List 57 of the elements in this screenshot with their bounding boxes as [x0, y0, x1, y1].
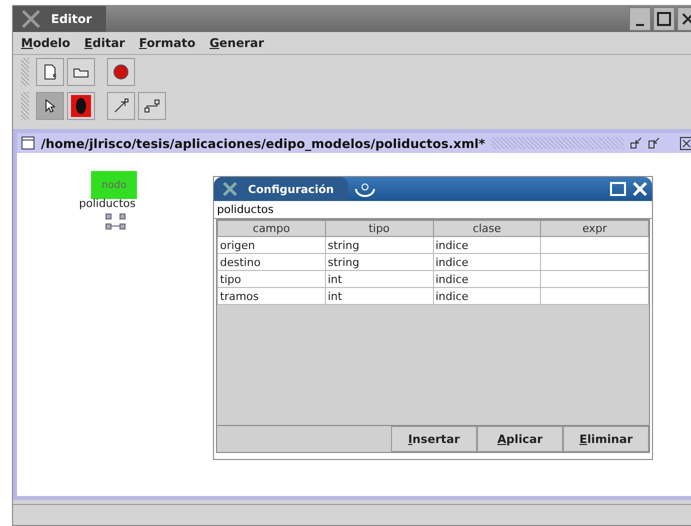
- new-file-icon: [43, 64, 57, 80]
- stop-icon: [113, 64, 129, 80]
- menu-item[interactable]: Modelo: [21, 36, 70, 50]
- table-cell: string: [325, 236, 433, 254]
- toolbar-button[interactable]: [67, 92, 95, 120]
- toolbar-button[interactable]: [36, 92, 64, 120]
- iconify-icon[interactable]: [630, 137, 642, 149]
- table-cell: indice: [433, 236, 541, 254]
- maximize-icon: [657, 12, 671, 26]
- menu-item[interactable]: Editar: [84, 36, 125, 50]
- minimize-icon: [635, 24, 645, 26]
- node-label: nodo: [102, 180, 126, 190]
- node-name: poliductos: [79, 197, 136, 210]
- restore-icon[interactable]: [648, 137, 660, 149]
- toolbar-button[interactable]: [67, 58, 95, 86]
- maximize-button[interactable]: [653, 7, 675, 31]
- x-logo-icon: [222, 182, 238, 196]
- toolbar-button[interactable]: [36, 58, 64, 86]
- table-cell: int: [325, 288, 433, 304]
- arrow-icon: [113, 98, 129, 114]
- dialog-title: Configuración: [248, 182, 334, 196]
- column-header[interactable]: expr: [540, 220, 648, 236]
- column-header[interactable]: tipo: [325, 220, 433, 236]
- table-cell: tipo: [218, 270, 326, 288]
- table-cell: tramos: [218, 288, 326, 304]
- toolbar-button[interactable]: [138, 92, 166, 120]
- toolbar-grip[interactable]: [21, 58, 29, 86]
- document-title: /home/jlrisco/tesis/aplicaciones/edipo_modelos/poliductos.xml*: [41, 136, 486, 150]
- close-button[interactable]: [630, 179, 650, 199]
- column-header[interactable]: clase: [433, 220, 541, 236]
- pointer-icon: [45, 99, 55, 113]
- close-icon[interactable]: [680, 136, 691, 150]
- close-icon: [682, 13, 691, 25]
- window-title: Editor: [51, 12, 92, 26]
- window-icon: [21, 136, 35, 150]
- column-header[interactable]: campo: [218, 220, 326, 236]
- table-cell: destino: [218, 254, 326, 270]
- table-cell: indice: [433, 254, 541, 270]
- table-cell: origen: [218, 236, 326, 254]
- table-cell: indice: [433, 288, 541, 304]
- x-logo-icon: [21, 10, 41, 28]
- node-icon: [71, 95, 91, 117]
- dialog-button[interactable]: Eliminar: [563, 426, 649, 452]
- menu-item[interactable]: Formato: [138, 36, 196, 50]
- table-cell: string: [325, 254, 433, 270]
- toolbar-button[interactable]: [107, 92, 135, 120]
- toolbar-grip[interactable]: [21, 92, 29, 120]
- maximize-button[interactable]: [608, 179, 628, 199]
- table-cell: int: [325, 270, 433, 288]
- selection-handles-icon[interactable]: [105, 213, 127, 231]
- dialog-button[interactable]: Aplicar: [477, 426, 563, 452]
- dialog-button[interactable]: Insertar: [391, 426, 477, 452]
- minimize-button[interactable]: [629, 7, 651, 31]
- folder-icon: [73, 66, 89, 78]
- connector-icon: [144, 98, 160, 114]
- table-cell: indice: [433, 270, 541, 288]
- menu-item[interactable]: Generar: [209, 36, 264, 50]
